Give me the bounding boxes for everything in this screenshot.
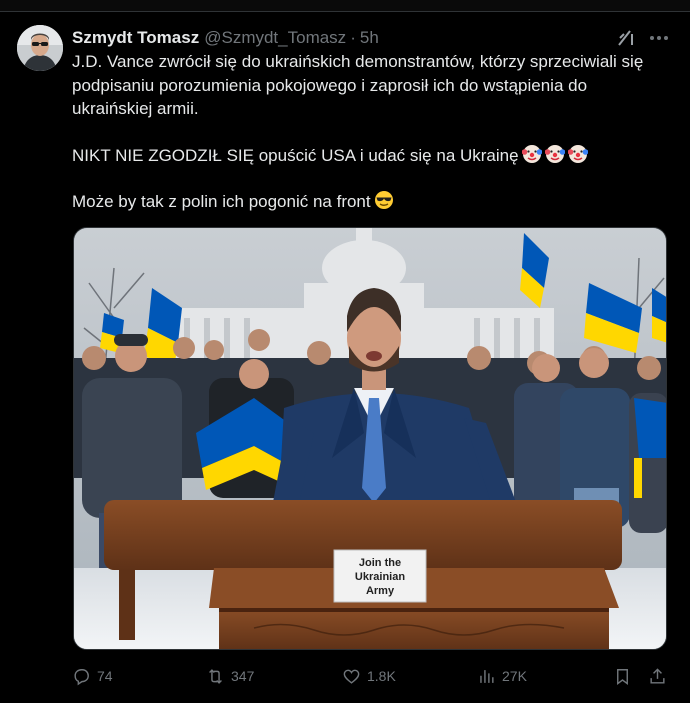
tweet-paragraph-3-text: Może by tak z polin ich pogonić na front	[72, 192, 371, 211]
reply-count: 74	[97, 668, 113, 684]
author-name[interactable]: Szmydt Tomasz	[72, 28, 199, 48]
sign-text-line-2: Ukrainian	[355, 571, 405, 583]
share-icon	[650, 667, 665, 684]
grok-icon[interactable]	[616, 28, 636, 48]
heart-icon	[343, 669, 360, 684]
tweet-paragraph-1: J.D. Vance zwrócił się do ukraińskich de…	[72, 52, 644, 118]
views-count: 27K	[502, 668, 527, 684]
tweet-action-bar: 74 347 1.8K 27K	[72, 664, 672, 688]
header-separator: ·	[350, 28, 356, 47]
sign-text-line-1: Join the	[359, 557, 401, 569]
avatar-photo	[17, 25, 63, 71]
repost-count: 347	[231, 668, 255, 684]
views-button[interactable]: 27K	[477, 664, 527, 688]
share-button[interactable]	[648, 664, 673, 688]
reply-icon	[74, 668, 89, 685]
window-bottom-edge	[0, 695, 690, 703]
repost-button[interactable]: 347	[206, 664, 254, 688]
clown-face-icon	[544, 144, 565, 163]
tweet-header: Szmydt Tomasz @Szmydt_Tomasz · 5h	[72, 27, 670, 49]
bookmark-button[interactable]	[613, 664, 638, 688]
tweet-timestamp[interactable]: 5h	[360, 28, 379, 48]
like-button[interactable]: 1.8K	[342, 664, 396, 688]
tweet-paragraph-3: Może by tak z polin ich pogonić na front	[72, 190, 672, 214]
tweet-paragraph-2-text: NIKT NIE ZGODZIŁ SIĘ opuścić USA i udać …	[72, 145, 519, 165]
views-chart-icon	[480, 669, 494, 683]
more-options-icon[interactable]	[648, 28, 670, 48]
reply-button[interactable]: 74	[72, 664, 113, 688]
author-handle[interactable]: @Szmydt_Tomasz	[204, 28, 346, 48]
like-count: 1.8K	[367, 668, 396, 684]
sign-text-line-3: Army	[366, 585, 395, 597]
tweet-paragraph-2: NIKT NIE ZGODZIŁ SIĘ opuścić USA i udać …	[72, 144, 672, 168]
tweet-media-image[interactable]: Join the Ukrainian Army	[73, 227, 667, 650]
tweet-body: J.D. Vance zwrócił się do ukraińskich de…	[72, 50, 672, 214]
clown-face-icon	[567, 144, 588, 163]
sunglasses-face-icon	[374, 191, 393, 209]
repost-icon	[209, 668, 222, 684]
author-avatar[interactable]	[17, 25, 63, 71]
window-top-edge	[0, 0, 690, 12]
bookmark-icon	[617, 668, 628, 685]
clown-face-icon	[521, 144, 542, 163]
